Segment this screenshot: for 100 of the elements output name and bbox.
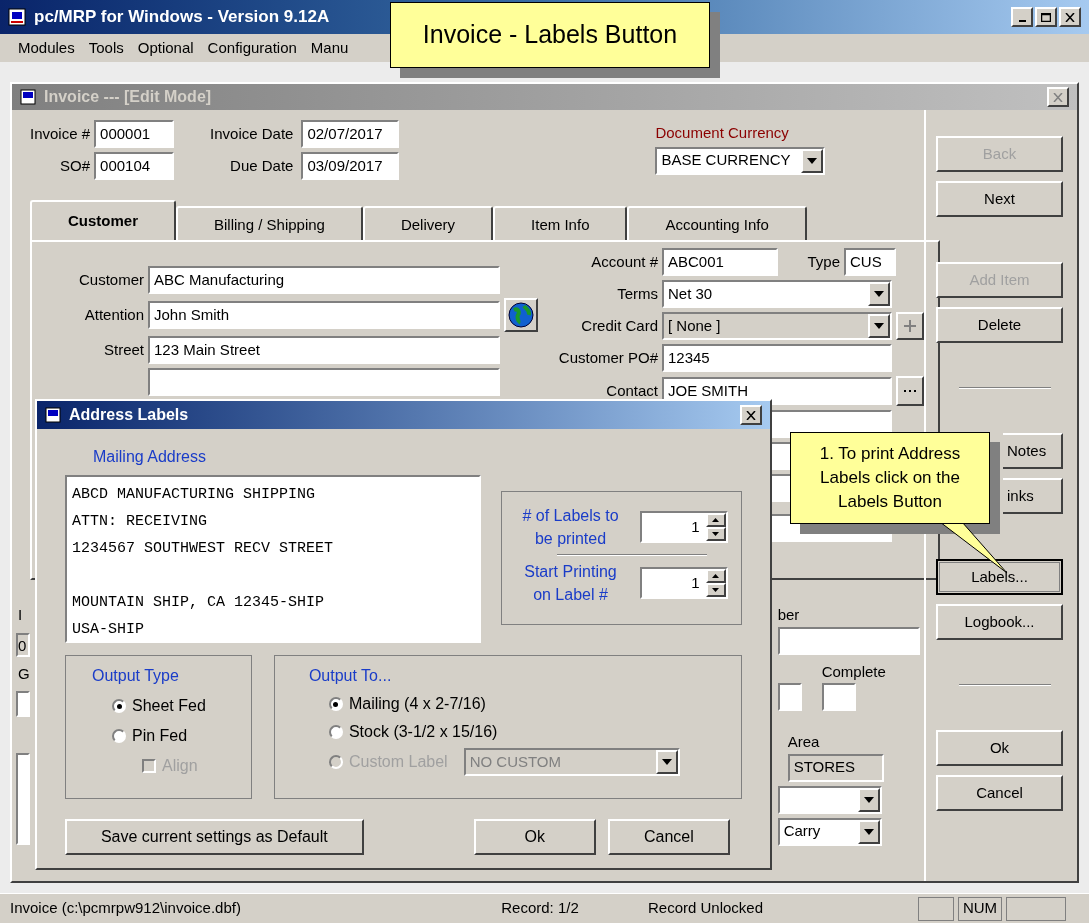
dropdown-field[interactable]: [777, 785, 882, 814]
window-title: Address Labels: [69, 405, 189, 425]
text-field[interactable]: John Smith: [148, 301, 500, 329]
text-field[interactable]: [821, 683, 856, 711]
radio-option[interactable]: Pin Fed: [92, 724, 251, 748]
field-label: Street: [103, 339, 144, 360]
field-label: Start Printing on Label #: [523, 562, 618, 605]
text-field[interactable]: 03/09/2017: [301, 152, 400, 180]
menu-item[interactable]: Configuration: [207, 36, 297, 60]
radio-option[interactable]: Mailing (4 x 2-7/16): [308, 692, 486, 716]
side-button[interactable]: Logbook...: [936, 604, 1063, 640]
menu-item[interactable]: Optional: [137, 36, 194, 60]
radio-button[interactable]: [112, 699, 126, 713]
app-icon: [8, 8, 26, 26]
dropdown-button[interactable]: [857, 787, 880, 812]
field-label: Credit Card: [581, 315, 658, 336]
menu-item[interactable]: Tools: [88, 36, 124, 60]
text-field[interactable]: STORES: [787, 753, 884, 782]
more-button[interactable]: [896, 376, 924, 406]
text-field[interactable]: [16, 691, 30, 717]
plus-icon: [904, 320, 916, 332]
dialog-button[interactable]: Ok: [473, 819, 596, 855]
text-field[interactable]: 0: [16, 632, 30, 657]
side-button[interactable]: Labels...: [936, 559, 1063, 595]
app-icon: [20, 89, 36, 105]
status-cell-text: Record Unlocked: [647, 898, 765, 919]
side-button[interactable]: inks: [1003, 478, 1063, 514]
close-icon: [1065, 12, 1075, 22]
side-button[interactable]: Ok: [936, 730, 1063, 766]
close-icon: [746, 410, 756, 420]
text-field[interactable]: ABC Manufacturing: [148, 266, 500, 294]
text-field[interactable]: JOE SMITH: [662, 377, 892, 405]
text-field[interactable]: 02/07/2017: [301, 120, 400, 148]
text-field[interactable]: [148, 368, 500, 396]
dropdown-button[interactable]: [857, 819, 880, 844]
text-field[interactable]: [16, 753, 30, 845]
dropdown-button[interactable]: [801, 148, 824, 173]
field-label: Customer: [78, 269, 144, 290]
minimize-button[interactable]: [1011, 7, 1033, 27]
caret-icon: [874, 323, 884, 329]
dialog-button[interactable]: Cancel: [607, 819, 730, 855]
spinner-field[interactable]: 1: [639, 511, 728, 543]
up-arrow-icon: [712, 574, 719, 578]
text-field[interactable]: ABC001: [662, 248, 778, 276]
spin-down-button[interactable]: [705, 583, 726, 597]
address-text-area[interactable]: ABCD MANUFACTURING SHIPPING ATTN: RECEIVING 1234567 SOUTHWEST RECV STREET MOUNTAIN SHIP, CA 12345-SHIP USA-SHIP: [65, 475, 481, 643]
tab[interactable]: Accounting Info: [627, 206, 807, 242]
caret-icon: [863, 828, 874, 835]
side-button[interactable]: Delete: [936, 307, 1063, 343]
text-field[interactable]: 123 Main Street: [148, 336, 500, 364]
tab[interactable]: Delivery: [362, 206, 494, 242]
dropdown-field[interactable]: Net 30: [662, 280, 892, 308]
spin-up-button[interactable]: [705, 569, 726, 583]
globe-button[interactable]: [504, 298, 538, 332]
tab[interactable]: Customer: [30, 200, 176, 240]
close-button[interactable]: [1047, 87, 1069, 107]
radio-button[interactable]: [328, 697, 343, 711]
dropdown-button[interactable]: [868, 282, 890, 306]
close-icon: [1053, 92, 1063, 102]
field-label: Contact: [606, 380, 658, 401]
radio-option[interactable]: Stock (3-1/2 x 15/16): [308, 720, 498, 744]
side-button[interactable]: Notes: [1003, 433, 1063, 469]
spin-up-button[interactable]: [705, 513, 726, 527]
field-label: Customer PO#: [558, 347, 658, 368]
close-button[interactable]: [1059, 7, 1081, 27]
status-cell: [918, 896, 954, 921]
field-label: Document Currency: [655, 123, 790, 143]
text-field[interactable]: [777, 683, 802, 711]
close-button[interactable]: [740, 405, 762, 425]
text-field[interactable]: [777, 626, 920, 655]
radio-option[interactable]: Sheet Fed: [92, 694, 251, 718]
window-title: pc/MRP for Windows - Version 9.12A: [34, 6, 330, 29]
tab[interactable]: Billing / Shipping: [176, 206, 363, 242]
field-label: SO#: [60, 155, 91, 176]
add-button[interactable]: [896, 312, 924, 340]
field-label: Type: [807, 251, 840, 272]
menu-item[interactable]: Modules: [18, 36, 75, 60]
spin-down-button[interactable]: [705, 527, 726, 541]
side-button[interactable]: Cancel: [936, 775, 1063, 811]
text-field[interactable]: 12345: [662, 344, 892, 372]
app-icon: [45, 407, 61, 423]
tab[interactable]: Item Info: [493, 206, 628, 242]
text-field[interactable]: CUS: [844, 248, 896, 276]
maximize-button[interactable]: [1035, 7, 1057, 27]
dropdown-field[interactable]: BASE CURRENCY: [655, 146, 826, 175]
text-field[interactable]: 000104: [94, 152, 175, 180]
side-button[interactable]: Next: [936, 181, 1063, 217]
radio-button[interactable]: [112, 729, 126, 743]
field-label: G: [17, 663, 30, 684]
menu-item[interactable]: Manu: [310, 36, 349, 60]
group-title: Output Type: [92, 666, 180, 686]
dialog-button[interactable]: Save current settings as Default: [65, 819, 364, 855]
callout-tooltip: Invoice - Labels Button: [390, 2, 710, 68]
status-cell: [1006, 896, 1066, 921]
radio-button[interactable]: [328, 725, 343, 739]
field-label: # of Labels to be printed: [521, 506, 620, 549]
text-field[interactable]: 000001: [94, 120, 175, 148]
spinner-field[interactable]: 1: [639, 567, 728, 599]
dropdown-field[interactable]: Carry: [777, 817, 882, 846]
caret-icon: [661, 759, 672, 765]
